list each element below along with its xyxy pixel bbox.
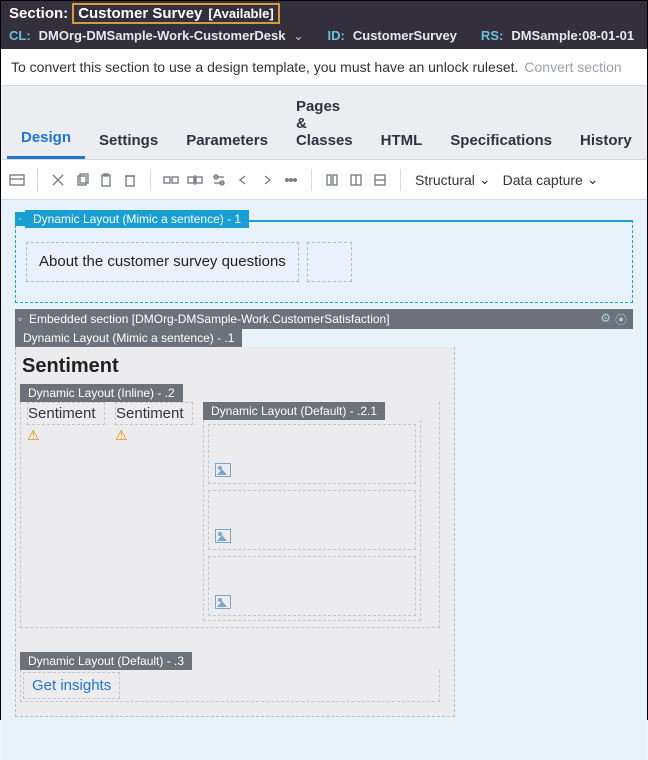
about-text-cell[interactable]: About the customer survey questions (26, 242, 299, 282)
embedded-section-label: Embedded section [DMOrg-DMSample-Work.Cu… (25, 312, 390, 326)
tab-specifications[interactable]: Specifications (436, 120, 566, 159)
tab-pages-classes[interactable]: Pages & Classes (282, 86, 367, 159)
warning-icon: ⚠ (27, 425, 105, 444)
convert-section-link[interactable]: Convert section (524, 59, 621, 75)
tab-parameters[interactable]: Parameters (172, 120, 282, 159)
layout-tag-mimic-1[interactable]: Dynamic Layout (Mimic a sentence) - .1 (15, 329, 242, 347)
layout-icon[interactable] (7, 170, 27, 190)
magnify-icon[interactable]: ⦿ (615, 311, 627, 328)
move-right-icon[interactable] (257, 170, 277, 190)
embedded-section[interactable]: ◦ Embedded section [DMOrg-DMSample-Work.… (15, 309, 633, 717)
layout-tag-1[interactable]: Dynamic Layout (Mimic a sentence) - 1 (25, 210, 249, 228)
gear-icon[interactable]: ⚙ (600, 311, 611, 328)
id-value: CustomerSurvey (353, 28, 457, 43)
tab-history[interactable]: History (566, 120, 646, 159)
structural-label: Structural (415, 172, 475, 188)
sentiment-col-label: Sentiment (115, 402, 193, 425)
merge-icon[interactable] (161, 170, 181, 190)
image-icon (215, 529, 231, 543)
col-mid-icon[interactable] (346, 170, 366, 190)
section-title-box: Customer Survey [Available] (72, 3, 279, 24)
split-icon[interactable] (185, 170, 205, 190)
layout-marker-icon[interactable]: ◦ (15, 312, 25, 326)
layout-marker-icon[interactable]: ◦ (15, 212, 25, 226)
layout-tag-default-3[interactable]: Dynamic Layout (Default) - .3 (20, 652, 192, 670)
tab-settings[interactable]: Settings (85, 120, 172, 159)
class-value: DMOrg-DMSample-Work-CustomerDesk (39, 28, 286, 43)
structural-dropdown[interactable]: Structural ⌄ (411, 171, 495, 188)
sentiment-heading: Sentiment (16, 347, 454, 384)
cut-icon[interactable] (48, 170, 68, 190)
image-icon (215, 463, 231, 477)
toggle-icon[interactable] (209, 170, 229, 190)
move-left-icon[interactable] (233, 170, 253, 190)
dynamic-layout-3[interactable]: Dynamic Layout (Default) - .3 Get insigh… (20, 652, 440, 702)
design-canvas[interactable]: ◦ Dynamic Layout (Mimic a sentence) - 1 … (1, 200, 647, 760)
tab-html[interactable]: HTML (367, 120, 437, 159)
image-cell[interactable] (208, 556, 416, 616)
col-right-icon[interactable] (370, 170, 390, 190)
layout-tag-default-21[interactable]: Dynamic Layout (Default) - .2.1 (203, 402, 385, 420)
sentiment-column-2[interactable]: Sentiment ⚠ (115, 402, 193, 444)
more-icon[interactable] (281, 170, 301, 190)
col-left-icon[interactable] (322, 170, 342, 190)
warning-icon: ⚠ (115, 425, 193, 444)
section-label: Section: (9, 5, 68, 22)
class-key: CL: (9, 28, 31, 43)
dynamic-layout-2-1[interactable]: Dynamic Layout (Default) - .2.1 (203, 402, 421, 621)
layout-tag-inline-2[interactable]: Dynamic Layout (Inline) - .2 (20, 384, 183, 402)
sentiment-col-label: Sentiment (27, 402, 105, 425)
convert-infobar: To convert this section to use a design … (1, 49, 647, 86)
data-capture-label: Data capture (503, 172, 583, 188)
ruleset-key: RS: (481, 28, 503, 43)
paste-icon[interactable] (96, 170, 116, 190)
ruleset-value: DMSample:08-01-01 (511, 28, 634, 43)
chevron-down-icon: ⌄ (479, 171, 491, 188)
ruleform-tabs: Design Settings Parameters Pages & Class… (1, 86, 647, 160)
section-name: Customer Survey (78, 5, 202, 22)
get-insights-link[interactable]: Get insights (23, 672, 120, 699)
id-key: ID: (328, 28, 345, 43)
infobar-message: To convert this section to use a design … (11, 59, 518, 75)
data-capture-dropdown[interactable]: Data capture ⌄ (499, 171, 603, 188)
ruleform-header: Section: Customer Survey [Available] CL:… (1, 1, 647, 49)
empty-cell-placeholder[interactable] (307, 242, 352, 282)
image-cell[interactable] (208, 490, 416, 550)
chevron-down-icon[interactable]: ⌄ (293, 29, 303, 43)
delete-icon[interactable] (120, 170, 140, 190)
copy-icon[interactable] (72, 170, 92, 190)
tab-design[interactable]: Design (7, 117, 85, 159)
image-cell[interactable] (208, 424, 416, 484)
availability-badge: [Available] (208, 6, 273, 21)
design-toolbar: Structural ⌄ Data capture ⌄ (1, 160, 647, 200)
sentiment-column-1[interactable]: Sentiment ⚠ (27, 402, 105, 444)
image-icon (215, 595, 231, 609)
chevron-down-icon: ⌄ (587, 171, 599, 188)
dynamic-layout-1[interactable]: ◦ Dynamic Layout (Mimic a sentence) - 1 … (15, 220, 633, 303)
